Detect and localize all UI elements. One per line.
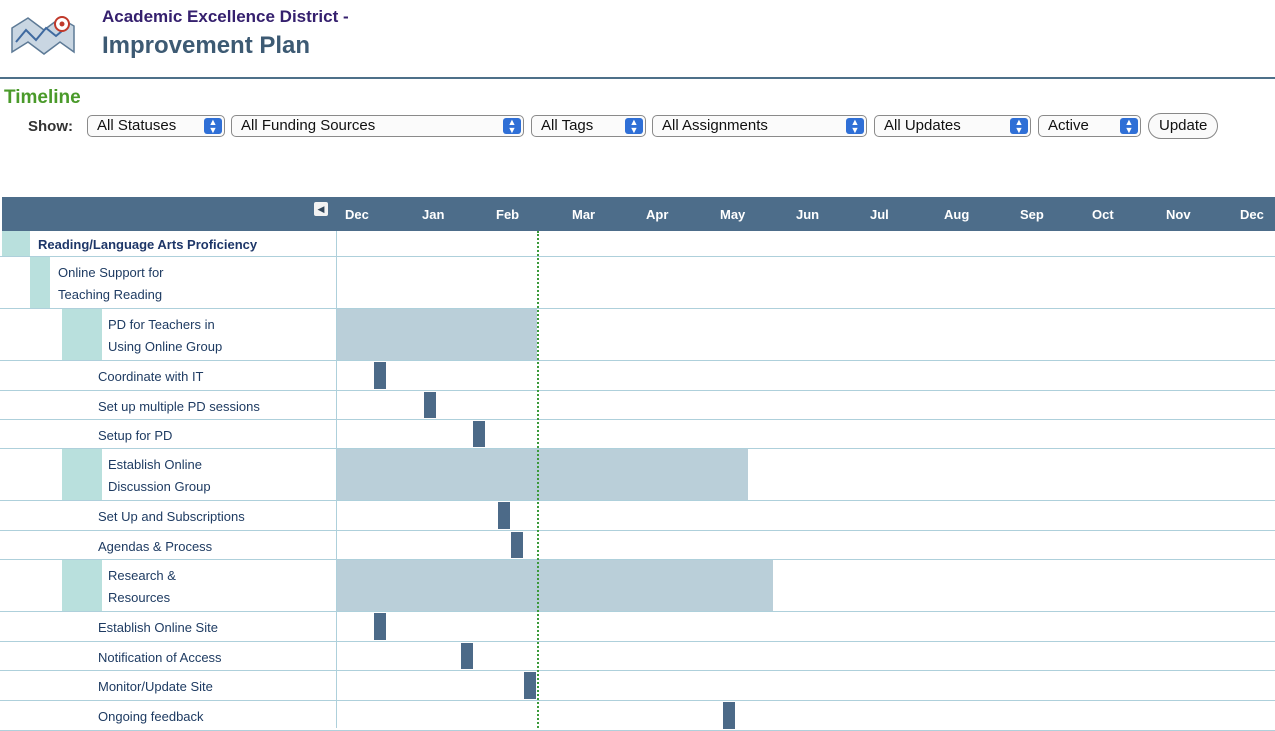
timeline-row[interactable]: Notification of Access <box>0 642 1275 671</box>
task-bar[interactable] <box>424 392 436 418</box>
row-label[interactable]: PD for Teachers in Using Online Group <box>108 314 222 358</box>
timeline-row[interactable]: Establish Online Site <box>0 612 1275 642</box>
timeline-row[interactable]: Agendas & Process <box>0 531 1275 560</box>
month-label: Jul <box>870 207 889 222</box>
timeline-row[interactable]: Set Up and Subscriptions <box>0 501 1275 531</box>
today-marker-line <box>537 231 539 728</box>
row-label[interactable]: Coordinate with IT <box>98 366 204 388</box>
month-label: Nov <box>1166 207 1191 222</box>
header-divider <box>0 77 1275 79</box>
month-label: Jun <box>796 207 820 222</box>
month-label: Sep <box>1020 207 1044 222</box>
task-bar[interactable] <box>461 643 473 669</box>
timeline-row[interactable]: Establish Online Discussion Group <box>0 449 1275 501</box>
task-bar[interactable] <box>473 421 485 447</box>
show-label: Show: <box>28 118 73 135</box>
funding-select[interactable]: All Funding Sources ▲ ▼ <box>231 115 524 137</box>
row-label[interactable]: Online Support for Teaching Reading <box>58 262 164 306</box>
row-label[interactable]: Agendas & Process <box>98 536 212 558</box>
month-label: Oct <box>1092 207 1114 222</box>
month-label: May <box>720 207 746 222</box>
month-label: Dec <box>345 207 369 222</box>
month-label: Jan <box>422 207 445 222</box>
select-arrows-icon: ▲ ▼ <box>846 118 864 135</box>
collapse-left-icon[interactable]: ◀ <box>314 202 328 216</box>
row-label[interactable]: Notification of Access <box>98 647 222 669</box>
page-header: Academic Excellence District - Improveme… <box>0 0 1275 80</box>
status-select[interactable]: All Statuses ▲ ▼ <box>87 115 225 137</box>
tags-select[interactable]: All Tags ▲ ▼ <box>531 115 646 137</box>
month-label: Apr <box>646 207 669 222</box>
task-bar[interactable] <box>374 613 386 640</box>
status-select-value: All Statuses <box>97 117 177 134</box>
select-arrows-icon: ▲ ▼ <box>625 118 643 135</box>
goal-span-bar[interactable] <box>336 449 748 500</box>
row-indent-marker <box>30 257 50 308</box>
select-arrows-icon: ▲ ▼ <box>1010 118 1028 135</box>
updates-select[interactable]: All Updates ▲ ▼ <box>874 115 1031 137</box>
timeline-header: ◀ Dec Jan Feb Mar Apr May Jun Jul Aug Sep Oct Nov De… <box>2 197 1275 231</box>
row-label[interactable]: Set up multiple PD sessions <box>98 396 260 418</box>
timeline-row[interactable]: Ongoing feedback <box>0 701 1275 731</box>
map-logo-icon <box>11 16 75 55</box>
row-indent-marker <box>2 231 30 256</box>
goal-span-bar[interactable] <box>336 309 537 360</box>
timeline-row[interactable]: Research & Resources <box>0 560 1275 612</box>
task-bar[interactable] <box>374 362 386 389</box>
month-label: Aug <box>944 207 970 222</box>
label-column-divider <box>336 231 337 728</box>
goal-span-bar[interactable] <box>336 560 773 611</box>
plan-title: Improvement Plan <box>102 32 311 59</box>
row-label[interactable]: Establish Online Site <box>98 617 218 639</box>
row-label[interactable]: Monitor/Update Site <box>98 676 213 698</box>
assignments-select-value: All Assignments <box>662 117 768 134</box>
updates-select-value: All Updates <box>884 117 961 134</box>
row-indent-marker <box>62 309 102 360</box>
task-bar[interactable] <box>511 532 523 558</box>
select-arrows-icon: ▲ ▼ <box>1120 118 1138 135</box>
active-select-value: Active <box>1048 117 1089 134</box>
filter-bar: Show: All Statuses ▲ ▼ All Funding Source… <box>28 113 1273 141</box>
task-bar[interactable] <box>723 702 735 729</box>
timeline-chart: ◀ Dec Jan Feb Mar Apr May Jun Jul Aug Sep Oct Nov De… <box>0 197 1275 731</box>
timeline-rows: Reading/Language Arts Proficiency Online … <box>0 231 1275 731</box>
update-button[interactable]: Update <box>1148 113 1219 139</box>
assignments-select[interactable]: All Assignments ▲ ▼ <box>652 115 867 137</box>
row-label[interactable]: Set Up and Subscriptions <box>98 506 245 528</box>
row-indent-marker <box>62 449 102 500</box>
row-label[interactable]: Research & Resources <box>108 565 176 609</box>
row-label[interactable]: Reading/Language Arts Proficiency <box>38 234 257 256</box>
select-arrows-icon: ▲ ▼ <box>204 118 222 135</box>
task-bar[interactable] <box>524 672 536 699</box>
page-title: Timeline <box>4 87 81 108</box>
timeline-row[interactable]: Online Support for Teaching Reading <box>0 257 1275 309</box>
select-arrows-icon: ▲ ▼ <box>503 118 521 135</box>
timeline-row[interactable]: Coordinate with IT <box>0 361 1275 391</box>
task-bar[interactable] <box>498 502 510 529</box>
tags-select-value: All Tags <box>541 117 594 134</box>
timeline-row[interactable]: PD for Teachers in Using Online Group <box>0 309 1275 361</box>
timeline-row[interactable]: Setup for PD <box>0 420 1275 449</box>
month-label: Feb <box>496 207 520 222</box>
timeline-row[interactable]: Monitor/Update Site <box>0 671 1275 701</box>
district-title: Academic Excellence District - <box>102 7 349 26</box>
row-indent-marker <box>62 560 102 611</box>
timeline-row[interactable]: Set up multiple PD sessions <box>0 391 1275 420</box>
row-label[interactable]: Establish Online Discussion Group <box>108 454 211 498</box>
row-label[interactable]: Setup for PD <box>98 425 172 447</box>
month-label: Dec <box>1240 207 1264 222</box>
row-label[interactable]: Ongoing feedback <box>98 706 204 728</box>
funding-select-value: All Funding Sources <box>241 117 376 134</box>
month-label: Mar <box>572 207 596 222</box>
timeline-row[interactable]: Reading/Language Arts Proficiency <box>0 231 1275 257</box>
active-select[interactable]: Active ▲ ▼ <box>1038 115 1141 137</box>
